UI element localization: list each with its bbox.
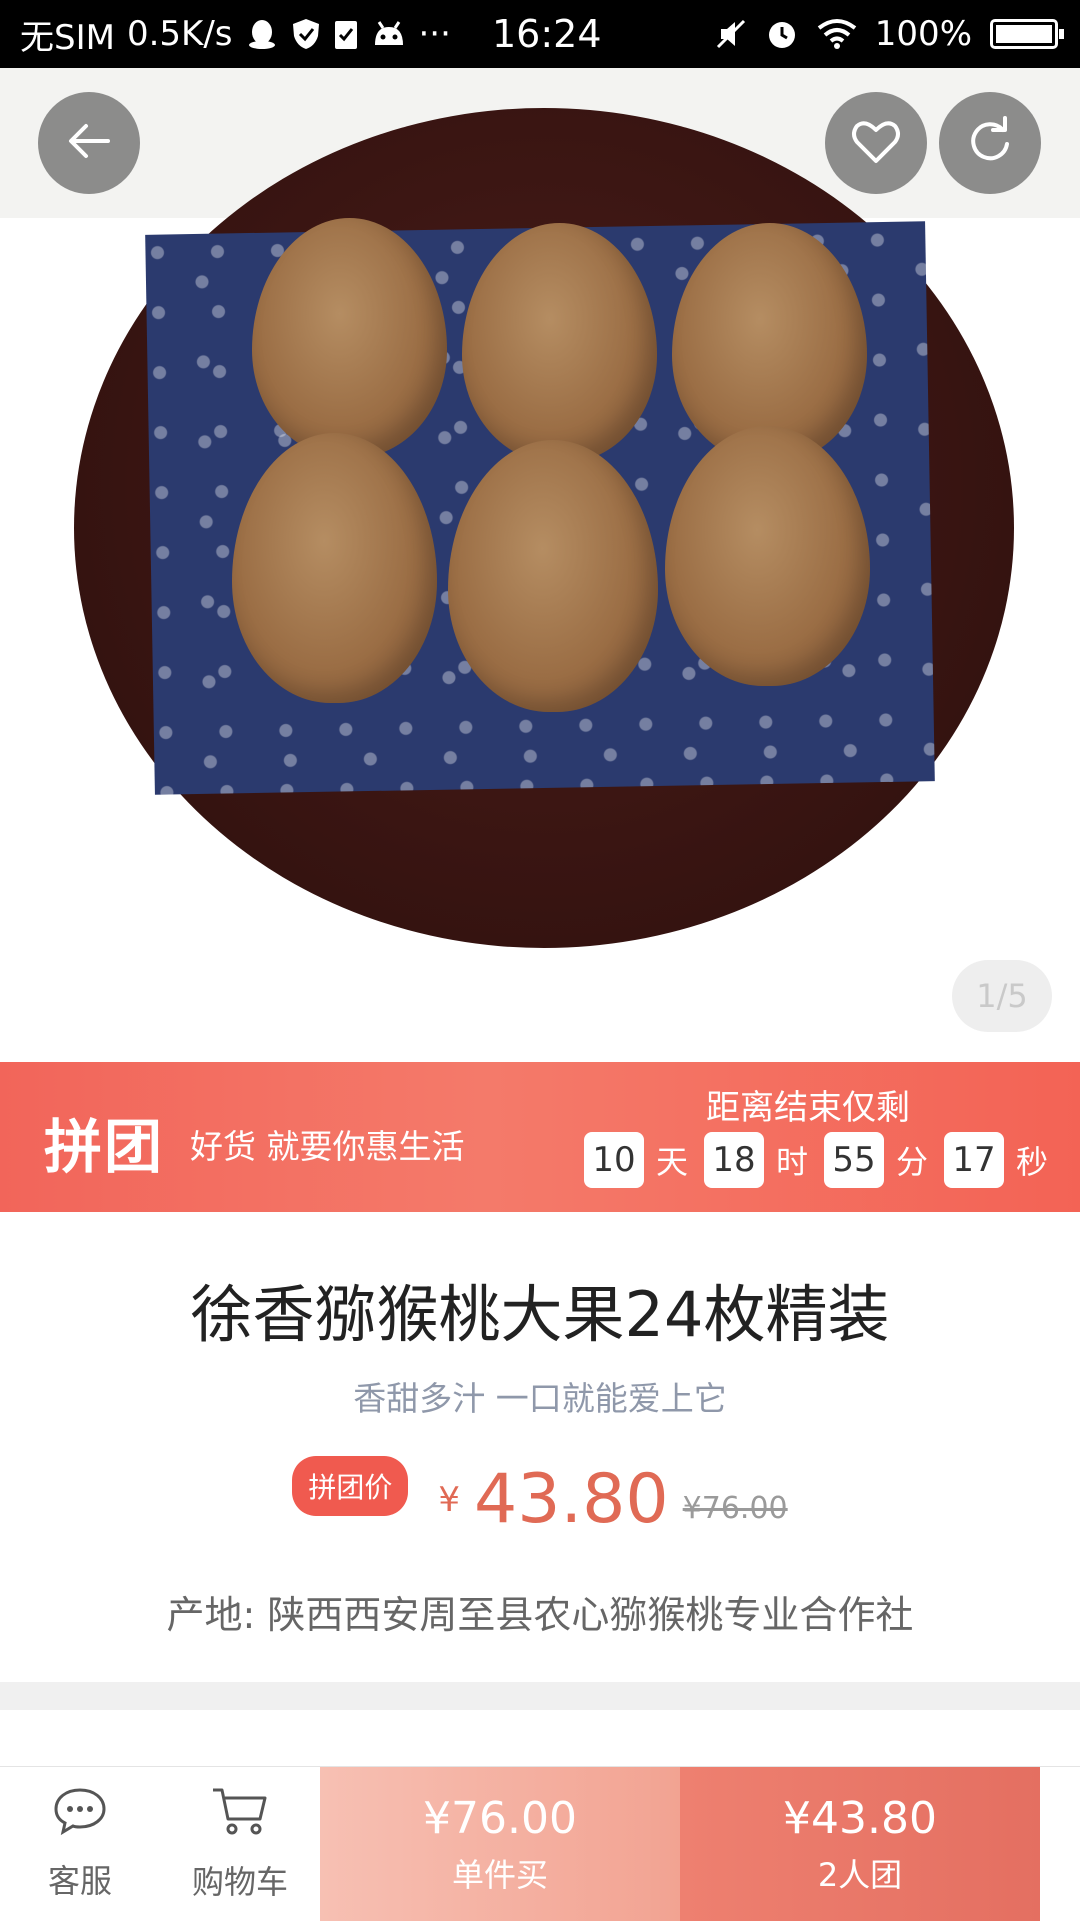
buy-group-button[interactable]: ¥43.80 2人团 bbox=[680, 1767, 1040, 1921]
product-title: 徐香猕猴桃大果24枚精装 bbox=[190, 1278, 890, 1351]
banner-slogan: 好货 就要你惠生活 bbox=[190, 1127, 465, 1166]
back-button[interactable] bbox=[38, 92, 140, 194]
countdown-hours-unit: 时 bbox=[776, 1143, 809, 1181]
cart-button[interactable]: 购物车 bbox=[160, 1767, 320, 1921]
section-divider bbox=[0, 1682, 1080, 1710]
carrier-text: 无SIM bbox=[20, 17, 115, 58]
group-price-badge: 拼团价 bbox=[292, 1456, 409, 1516]
alarm-icon bbox=[765, 17, 799, 51]
gallery-page-indicator: 1/5 bbox=[952, 960, 1052, 1032]
mute-icon bbox=[715, 17, 747, 51]
countdown-minutes-unit: 分 bbox=[896, 1143, 929, 1181]
qq-icon bbox=[245, 17, 279, 51]
chat-bubble-icon bbox=[52, 1786, 108, 1844]
group-buy-label: 2人团 bbox=[817, 1855, 903, 1894]
clipboard-check-icon bbox=[333, 17, 359, 51]
favorite-button[interactable] bbox=[825, 92, 927, 194]
share-button[interactable] bbox=[939, 92, 1041, 194]
shield-icon bbox=[291, 17, 321, 51]
arrow-left-icon bbox=[64, 116, 114, 170]
network-speed: 0.5K/s bbox=[126, 14, 233, 54]
original-price: ¥76.00 bbox=[682, 1491, 788, 1526]
countdown-days: 10 bbox=[584, 1132, 644, 1188]
price-row: 拼团价 ¥ 43.80 ¥76.00 bbox=[0, 1456, 1080, 1534]
customer-service-button[interactable]: 客服 bbox=[0, 1767, 160, 1921]
clock: 16:24 bbox=[492, 12, 602, 56]
more-notifications: ··· bbox=[418, 14, 451, 54]
group-buy-logo: 拼团 bbox=[44, 1113, 165, 1181]
wifi-icon bbox=[817, 18, 857, 50]
product-info: 徐香猕猴桃大果24枚精装 香甜多汁 一口就能爱上它 拼团价 ¥ 43.80 ¥7… bbox=[0, 1212, 1080, 1682]
product-gallery[interactable]: 1/5 bbox=[0, 68, 1080, 1062]
group-buy-banner: 拼团 好货 就要你惠生活 距离结束仅剩 10 天 18 时 55 分 17 秒 bbox=[0, 1062, 1080, 1212]
heart-icon bbox=[849, 116, 903, 170]
buy-single-button[interactable]: ¥76.00 单件买 bbox=[320, 1767, 680, 1921]
currency-symbol: ¥ bbox=[438, 1480, 460, 1520]
group-price: 43.80 bbox=[474, 1460, 669, 1539]
single-price: ¥76.00 bbox=[423, 1792, 577, 1844]
countdown-title: 距离结束仅剩 bbox=[706, 1088, 910, 1128]
android-icon bbox=[371, 19, 407, 49]
countdown-days-unit: 天 bbox=[656, 1143, 689, 1181]
group-buy-price: ¥43.80 bbox=[783, 1792, 937, 1844]
cart-label: 购物车 bbox=[191, 1863, 288, 1901]
countdown-hours: 18 bbox=[704, 1132, 765, 1188]
customer-service-label: 客服 bbox=[47, 1862, 112, 1900]
battery-percent: 100% bbox=[874, 14, 972, 54]
status-bar: 无SIM 0.5K/s ··· 16:24 100% bbox=[0, 0, 1080, 68]
product-origin: 产地: 陕西西安周至县农心猕猴桃专业合作社 bbox=[166, 1593, 914, 1637]
battery-icon bbox=[990, 19, 1064, 49]
countdown-timer: 10 天 18 时 55 分 17 秒 bbox=[584, 1132, 1052, 1188]
bottom-action-bar: 客服 购物车 ¥76.00 单件买 ¥43.80 2人团 bbox=[0, 1766, 1080, 1921]
shopping-cart-icon bbox=[210, 1785, 270, 1845]
single-buy-label: 单件买 bbox=[451, 1855, 548, 1894]
share-icon bbox=[963, 114, 1017, 172]
countdown-seconds: 17 bbox=[944, 1132, 1005, 1188]
countdown-minutes: 55 bbox=[824, 1132, 885, 1188]
countdown-seconds-unit: 秒 bbox=[1016, 1143, 1049, 1181]
product-subtitle: 香甜多汁 一口就能爱上它 bbox=[353, 1379, 727, 1418]
